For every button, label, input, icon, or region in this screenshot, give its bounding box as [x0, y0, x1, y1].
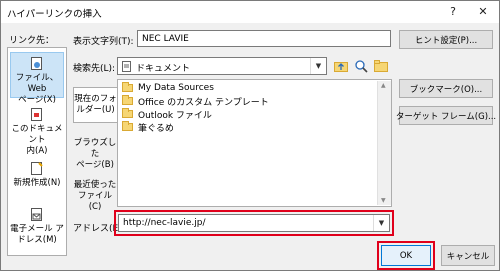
list-item[interactable]: Office のカスタム テンプレート: [122, 95, 269, 108]
hyperlink-dialog: ハイパーリンクの挿入 ? ✕ リンク先： ファイル、Web ページ(X) このド…: [0, 0, 500, 271]
document-place-icon: [31, 108, 43, 122]
nav-current-label-2: ルダー(U): [76, 105, 115, 115]
address-value: http://nec-lavie.jp/: [123, 218, 206, 228]
bookmark-button[interactable]: ブックマーク(O)...: [399, 79, 493, 98]
list-item[interactable]: 筆ぐるめ: [122, 121, 174, 134]
nav-recent-label-2: ファイル(C): [77, 191, 112, 212]
chevron-down-icon[interactable]: ▼: [373, 215, 389, 231]
web-page-icon: [31, 57, 43, 71]
look-in-label: 検索先(L):: [73, 64, 116, 74]
file-nav-panel: 現在のフォ ルダー(U) ブラウズした ページ(B) 最近使った ファイル(C): [73, 81, 117, 212]
file-name: My Data Sources: [138, 83, 214, 93]
email-address-icon: [31, 208, 43, 222]
file-list-scrollbar[interactable]: ▲ ▼: [377, 81, 391, 205]
folder-icon: [122, 108, 133, 118]
look-in-dropdown[interactable]: ドキュメント ▼: [117, 57, 327, 75]
documents-folder-icon: [122, 61, 132, 74]
nav-browsed-pages[interactable]: ブラウズした ページ(B): [73, 135, 117, 170]
link-to-email-label-1: 電子メール ア: [10, 224, 64, 234]
look-in-value: ドキュメント: [136, 64, 191, 74]
chevron-down-icon[interactable]: ▼: [310, 58, 326, 74]
folder-icon: [122, 82, 133, 92]
scroll-up-icon[interactable]: ▲: [381, 82, 386, 89]
ok-button[interactable]: OK: [381, 245, 431, 266]
link-to-web-label-1: ファイル、Web: [15, 73, 59, 94]
folder-icon: [122, 121, 133, 131]
file-name: Office のカスタム テンプレート: [138, 97, 269, 108]
nav-browsed-label-1: ブラウズした: [73, 138, 117, 159]
link-to-doc-label-2: 内(A): [26, 146, 48, 156]
link-to-new-document[interactable]: 新規作成(N): [10, 162, 64, 194]
link-to-web-label-2: ページ(X): [18, 95, 56, 105]
link-to-email-address[interactable]: 電子メール ア ドレス(M): [10, 208, 64, 250]
cancel-button[interactable]: キャンセル: [441, 245, 495, 266]
scroll-down-icon[interactable]: ▼: [381, 197, 386, 204]
file-name: Outlook ファイル: [138, 110, 212, 121]
display-text-label: 表示文字列(T):: [73, 37, 134, 47]
link-to-doc-label-1: このドキュメント: [11, 124, 63, 145]
screen-tip-button[interactable]: ヒント設定(P)...: [399, 30, 493, 49]
link-to-label: リンク先：: [9, 36, 55, 46]
file-name: 筆ぐるめ: [138, 123, 174, 134]
help-button[interactable]: ?: [442, 4, 464, 20]
nav-recent-label-1: 最近使った: [73, 180, 117, 190]
display-text-input[interactable]: NEC LAVIE: [137, 30, 391, 47]
dialog-title: ハイパーリンクの挿入: [7, 9, 102, 20]
browse-web-icon[interactable]: [353, 58, 369, 74]
close-button[interactable]: ✕: [472, 4, 494, 20]
nav-current-label-1: 現在のフォ: [74, 94, 117, 104]
up-folder-icon[interactable]: [333, 58, 349, 74]
nav-browsed-label-2: ページ(B): [76, 160, 114, 170]
link-to-bar: ファイル、Web ページ(X) このドキュメント 内(A) 新規作成(N) 電子…: [7, 47, 67, 256]
link-to-web-page[interactable]: ファイル、Web ページ(X): [10, 52, 64, 105]
folder-icon: [122, 95, 133, 105]
link-to-this-document[interactable]: このドキュメント 内(A): [10, 108, 64, 156]
nav-recent-files[interactable]: 最近使った ファイル(C): [73, 177, 117, 212]
target-frame-button[interactable]: ターゲット フレーム(G)...: [396, 106, 496, 125]
list-item[interactable]: Outlook ファイル: [122, 108, 212, 121]
new-document-icon: [31, 162, 43, 176]
address-input[interactable]: http://nec-lavie.jp/ ▼: [118, 214, 390, 232]
link-to-new-label: 新規作成(N): [13, 178, 61, 188]
nav-current-folder[interactable]: 現在のフォ ルダー(U): [73, 87, 117, 123]
file-list: My Data Sources Office のカスタム テンプレート Outl…: [117, 79, 392, 207]
title-bar: ハイパーリンクの挿入 ? ✕: [1, 1, 499, 23]
browse-file-icon[interactable]: [373, 58, 389, 74]
link-to-email-label-2: ドレス(M): [17, 235, 57, 245]
list-item[interactable]: My Data Sources: [122, 82, 214, 94]
